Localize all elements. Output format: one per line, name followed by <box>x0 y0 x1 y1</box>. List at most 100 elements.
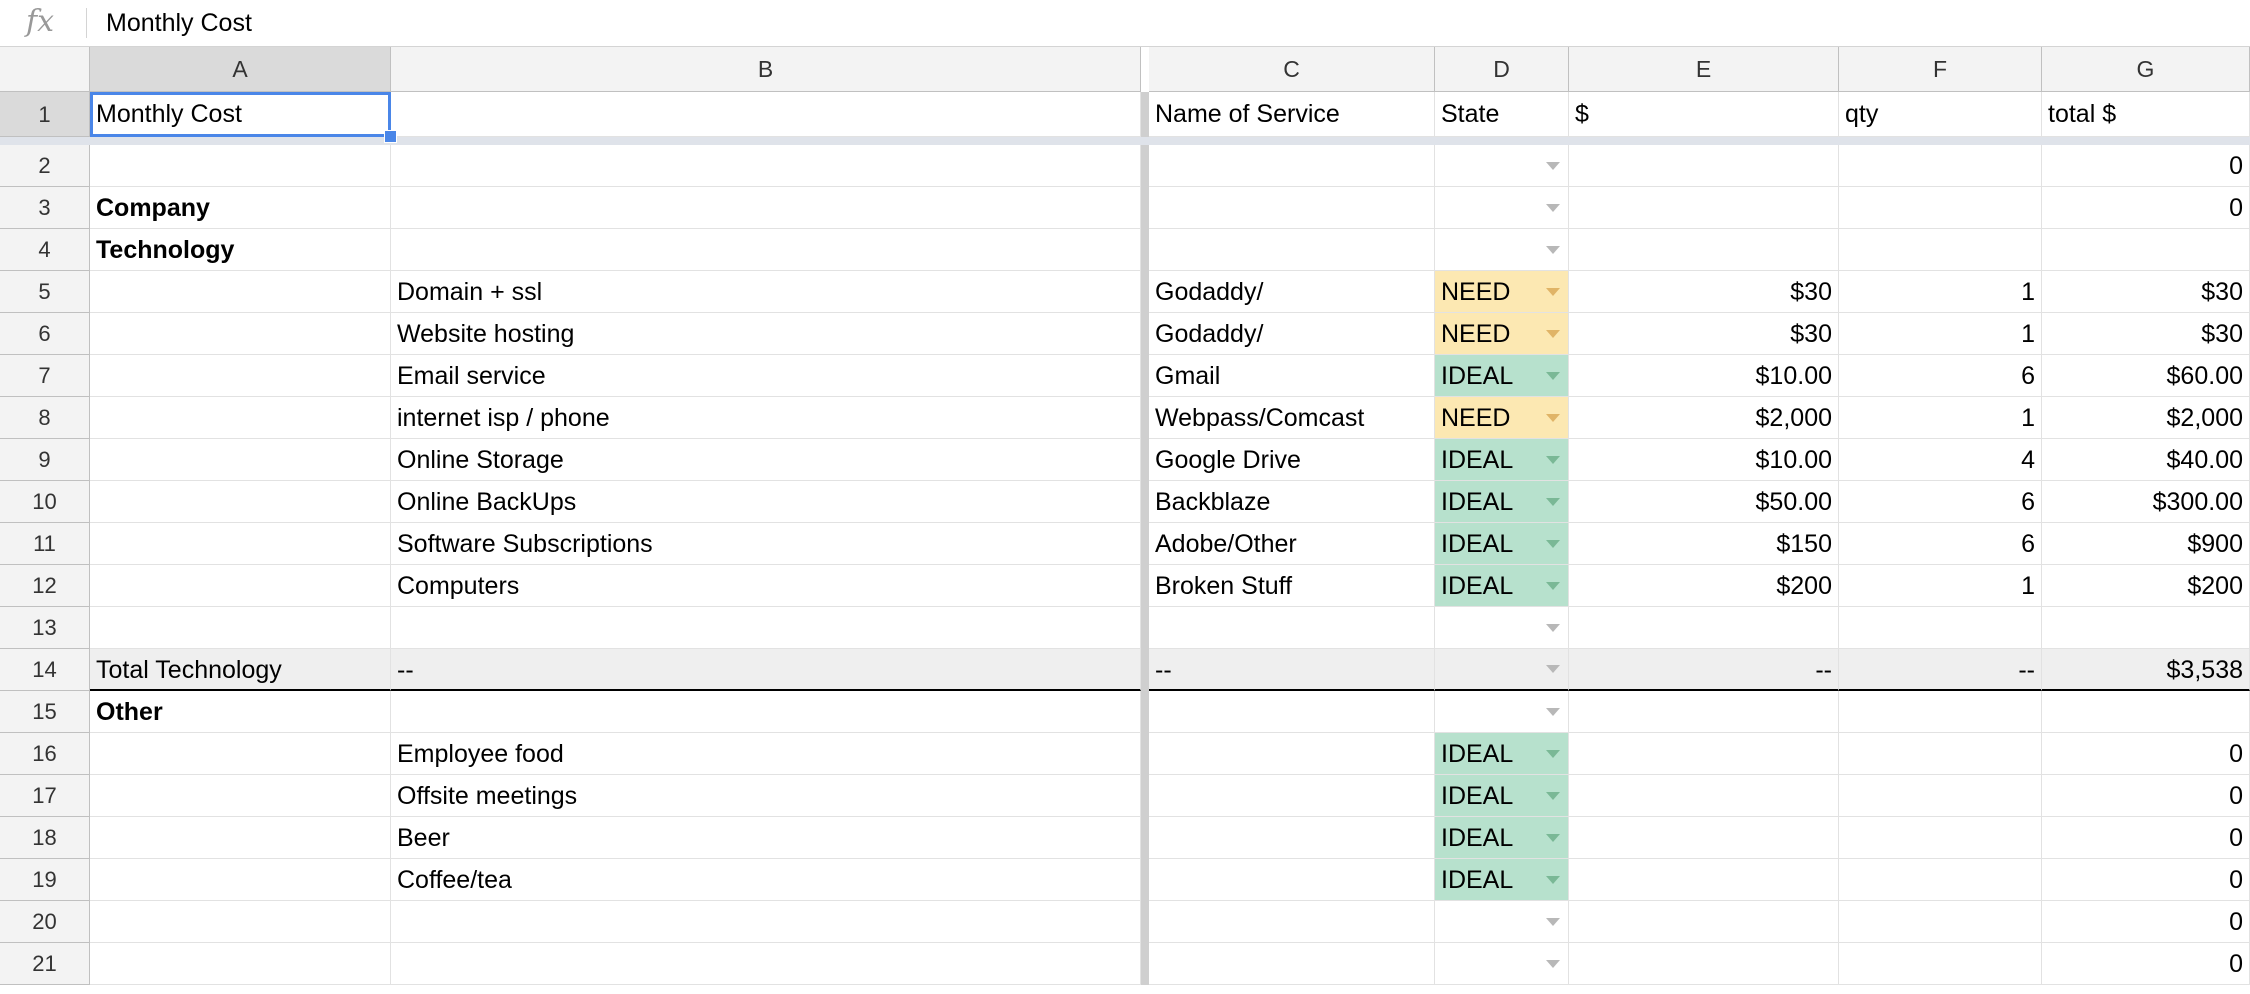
cell-e12[interactable]: $200 <box>1569 565 1839 607</box>
cell-d5[interactable]: NEED <box>1435 271 1569 313</box>
cell-d8[interactable]: NEED <box>1435 397 1569 439</box>
row-header-5[interactable]: 5 <box>0 271 90 313</box>
cell-b7[interactable]: Email service <box>391 355 1141 397</box>
cell-b10[interactable]: Online BackUps <box>391 481 1141 523</box>
cell-f20[interactable] <box>1839 901 2042 943</box>
column-header-g[interactable]: G <box>2042 47 2250 92</box>
cell-c9[interactable]: Google Drive <box>1149 439 1435 481</box>
cell-e11[interactable]: $150 <box>1569 523 1839 565</box>
row-header-8[interactable]: 8 <box>0 397 90 439</box>
cell-f19[interactable] <box>1839 859 2042 901</box>
cell-f18[interactable] <box>1839 817 2042 859</box>
cell-a17[interactable] <box>90 775 391 817</box>
cell-b1[interactable] <box>391 92 1141 137</box>
cell-g3[interactable]: 0 <box>2042 187 2250 229</box>
cell-f6[interactable]: 1 <box>1839 313 2042 355</box>
cell-a4[interactable]: Technology <box>90 229 391 271</box>
cell-g5[interactable]: $30 <box>2042 271 2250 313</box>
row-header-10[interactable]: 10 <box>0 481 90 523</box>
cell-a11[interactable] <box>90 523 391 565</box>
row-header-12[interactable]: 12 <box>0 565 90 607</box>
cell-e16[interactable] <box>1569 733 1839 775</box>
cell-a10[interactable] <box>90 481 391 523</box>
cell-c20[interactable] <box>1149 901 1435 943</box>
cell-e2[interactable] <box>1569 145 1839 187</box>
column-header-f[interactable]: F <box>1839 47 2042 92</box>
cell-c4[interactable] <box>1149 229 1435 271</box>
cell-g11[interactable]: $900 <box>2042 523 2250 565</box>
column-header-e[interactable]: E <box>1569 47 1839 92</box>
cell-b14[interactable]: -- <box>391 649 1141 691</box>
dropdown-arrow-icon[interactable] <box>1546 203 1560 212</box>
row-header-20[interactable]: 20 <box>0 901 90 943</box>
cell-a6[interactable] <box>90 313 391 355</box>
cell-b8[interactable]: internet isp / phone <box>391 397 1141 439</box>
cell-c6[interactable]: Godaddy/ <box>1149 313 1435 355</box>
cell-a9[interactable] <box>90 439 391 481</box>
cell-b15[interactable] <box>391 691 1141 733</box>
dropdown-arrow-icon[interactable] <box>1546 707 1560 716</box>
cell-f2[interactable] <box>1839 145 2042 187</box>
cell-b21[interactable] <box>391 943 1141 985</box>
dropdown-arrow-icon[interactable] <box>1546 959 1560 968</box>
cell-f15[interactable] <box>1839 691 2042 733</box>
cell-g13[interactable] <box>2042 607 2250 649</box>
cell-b5[interactable]: Domain + ssl <box>391 271 1141 313</box>
dropdown-arrow-icon[interactable] <box>1546 623 1560 632</box>
cell-e6[interactable]: $30 <box>1569 313 1839 355</box>
cell-a20[interactable] <box>90 901 391 943</box>
cell-g15[interactable] <box>2042 691 2250 733</box>
cell-a5[interactable] <box>90 271 391 313</box>
cell-g14[interactable]: $3,538 <box>2042 649 2250 691</box>
row-header-1[interactable]: 1 <box>0 92 90 137</box>
cell-f3[interactable] <box>1839 187 2042 229</box>
cell-d20[interactable] <box>1435 901 1569 943</box>
cell-b2[interactable] <box>391 145 1141 187</box>
cell-g1[interactable]: total $ <box>2042 92 2250 137</box>
row-header-13[interactable]: 13 <box>0 607 90 649</box>
cell-e8[interactable]: $2,000 <box>1569 397 1839 439</box>
cell-e9[interactable]: $10.00 <box>1569 439 1839 481</box>
row-header-17[interactable]: 17 <box>0 775 90 817</box>
cell-c19[interactable] <box>1149 859 1435 901</box>
column-header-c[interactable]: C <box>1149 47 1435 92</box>
row-header-11[interactable]: 11 <box>0 523 90 565</box>
cell-b19[interactable]: Coffee/tea <box>391 859 1141 901</box>
cell-e1[interactable]: $ <box>1569 92 1839 137</box>
cell-a13[interactable] <box>90 607 391 649</box>
cell-a18[interactable] <box>90 817 391 859</box>
cell-e19[interactable] <box>1569 859 1839 901</box>
fill-handle[interactable] <box>384 130 397 143</box>
cell-f12[interactable]: 1 <box>1839 565 2042 607</box>
cell-c3[interactable] <box>1149 187 1435 229</box>
cell-d15[interactable] <box>1435 691 1569 733</box>
dropdown-arrow-icon[interactable] <box>1546 749 1560 758</box>
cell-a12[interactable] <box>90 565 391 607</box>
cell-c13[interactable] <box>1149 607 1435 649</box>
cell-g9[interactable]: $40.00 <box>2042 439 2250 481</box>
cell-d1[interactable]: State <box>1435 92 1569 137</box>
cell-f1[interactable]: qty <box>1839 92 2042 137</box>
cell-g6[interactable]: $30 <box>2042 313 2250 355</box>
cell-b17[interactable]: Offsite meetings <box>391 775 1141 817</box>
cell-a2[interactable] <box>90 145 391 187</box>
column-header-b[interactable]: B <box>391 47 1141 92</box>
row-header-18[interactable]: 18 <box>0 817 90 859</box>
cell-a21[interactable] <box>90 943 391 985</box>
row-header-4[interactable]: 4 <box>0 229 90 271</box>
cell-a16[interactable] <box>90 733 391 775</box>
cell-f17[interactable] <box>1839 775 2042 817</box>
cell-d7[interactable]: IDEAL <box>1435 355 1569 397</box>
cell-g7[interactable]: $60.00 <box>2042 355 2250 397</box>
cell-a7[interactable] <box>90 355 391 397</box>
cell-g17[interactable]: 0 <box>2042 775 2250 817</box>
cell-d4[interactable] <box>1435 229 1569 271</box>
cell-f9[interactable]: 4 <box>1839 439 2042 481</box>
cell-g4[interactable] <box>2042 229 2250 271</box>
cell-f5[interactable]: 1 <box>1839 271 2042 313</box>
formula-input[interactable]: Monthly Cost <box>106 0 252 46</box>
row-header-14[interactable]: 14 <box>0 649 90 691</box>
dropdown-arrow-icon[interactable] <box>1546 875 1560 884</box>
cell-g21[interactable]: 0 <box>2042 943 2250 985</box>
cell-d16[interactable]: IDEAL <box>1435 733 1569 775</box>
